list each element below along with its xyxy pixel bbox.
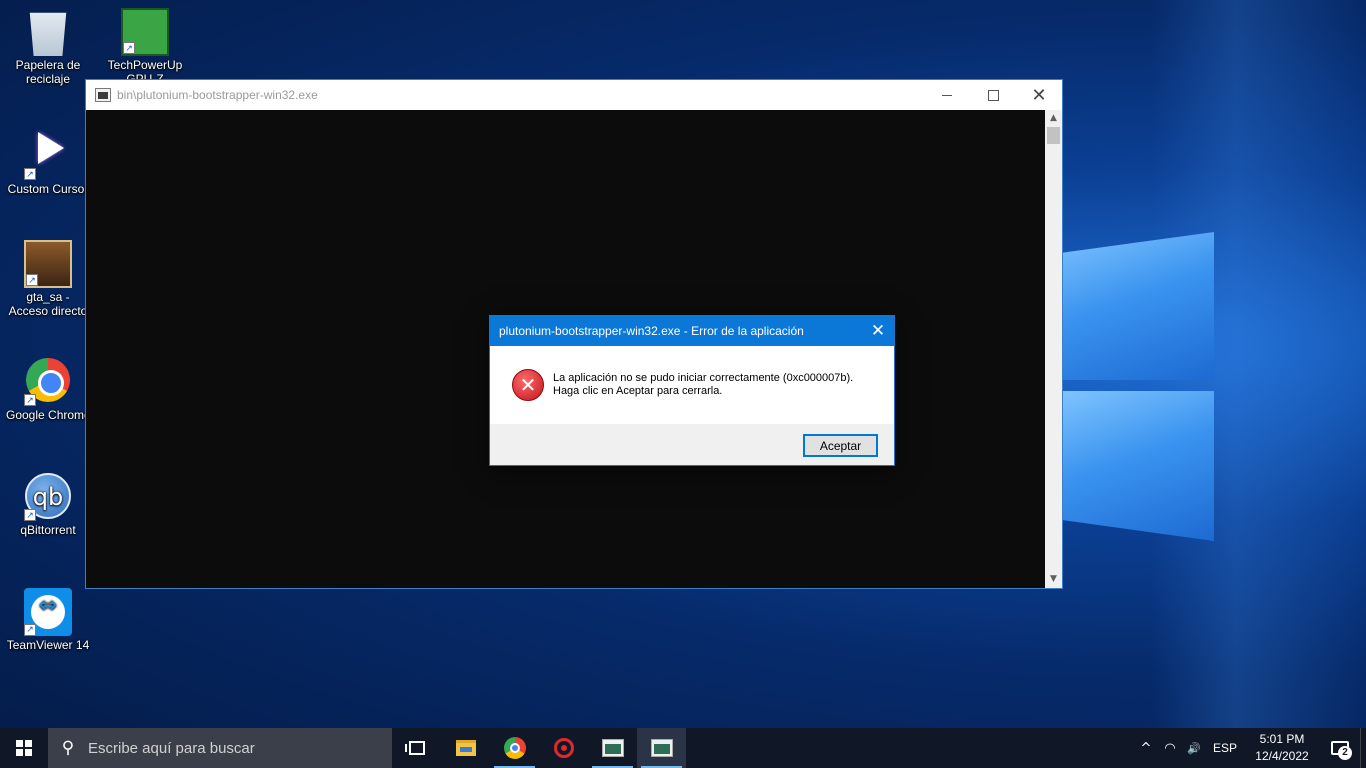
desktop-icon-label: Custom Cursor: [7, 182, 89, 196]
scroll-up-arrow-icon[interactable]: ▲: [1045, 110, 1062, 127]
action-center-button[interactable]: 2: [1320, 728, 1360, 768]
wallpaper-logo-pane-bottom: [1062, 391, 1214, 541]
desktop-icon-chrome[interactable]: ↗ Google Chrome: [6, 356, 90, 422]
folder-icon: [455, 740, 476, 756]
console-icon: [601, 739, 624, 757]
taskbar-file-explorer[interactable]: [441, 728, 490, 768]
recycle-bin-icon: [29, 12, 67, 56]
console-app-icon: [95, 88, 111, 102]
desktop-icon-label: TeamViewer 14: [6, 638, 90, 652]
qbittorrent-icon: qb ↗: [24, 473, 72, 521]
teamviewer-arrows: ⇔: [38, 593, 58, 618]
dialog-close-button[interactable]: ✕: [862, 316, 894, 346]
shortcut-arrow-icon: ↗: [123, 42, 135, 54]
desktop-icon-custom-cursor[interactable]: ↗ Custom Cursor: [6, 124, 90, 196]
network-icon[interactable]: ◠: [1158, 741, 1182, 756]
red-app-icon: [553, 738, 574, 758]
language-indicator[interactable]: ESP: [1206, 741, 1244, 755]
desktop-icon-label: qBittorrent: [20, 523, 76, 537]
error-dialog[interactable]: plutonium-bootstrapper-win32.exe - Error…: [489, 315, 895, 466]
taskbar-chrome[interactable]: [490, 728, 539, 768]
shortcut-arrow-icon: ↗: [26, 274, 38, 286]
shortcut-arrow-icon: ↗: [24, 168, 36, 180]
cursor-icon: ↗: [24, 132, 72, 180]
wallpaper-windows-logo: [1062, 190, 1222, 560]
chrome-icon: [503, 737, 526, 759]
window-controls: ✕: [924, 80, 1062, 110]
volume-icon[interactable]: 🔊: [1182, 742, 1206, 755]
desktop-icon-label: gta_sa - Acceso directo: [8, 290, 88, 318]
close-button[interactable]: ✕: [1016, 80, 1062, 110]
console-title: bin\plutonium-bootstrapper-win32.exe: [117, 88, 318, 102]
desktop-icon-qbittorrent[interactable]: qb ↗ qBittorrent: [6, 472, 90, 537]
cursor-arrow-shape: [38, 132, 64, 164]
desktop-icon-recycle-bin[interactable]: Papelera de reciclaje: [6, 8, 90, 86]
dialog-title: plutonium-bootstrapper-win32.exe - Error…: [499, 324, 804, 338]
taskbar-red-app[interactable]: [539, 728, 588, 768]
dialog-message-line2: Haga clic en Aceptar para cerrarla.: [553, 385, 723, 397]
dialog-message: La aplicación no se pudo iniciar correct…: [553, 372, 853, 398]
windows-logo-icon: [16, 740, 32, 756]
console-scrollbar[interactable]: ▲ ▼: [1045, 110, 1062, 588]
shortcut-arrow-icon: ↗: [24, 394, 36, 406]
desktop-icon-gpu-z[interactable]: ↗ TechPowerUp GPU-Z: [103, 8, 187, 84]
desktop-icon-gta-sa[interactable]: ↗ gta_sa - Acceso directo: [6, 240, 90, 318]
taskbar-search[interactable]: ⚲ Escribe aquí para buscar: [48, 728, 392, 768]
minimize-button[interactable]: [924, 80, 970, 110]
shortcut-arrow-icon: ↗: [24, 624, 36, 636]
scroll-down-arrow-icon[interactable]: ▼: [1045, 571, 1062, 588]
clock-date: 12/4/2022: [1255, 749, 1309, 763]
dialog-body: ✕ La aplicación no se pudo iniciar corre…: [490, 346, 894, 424]
search-icon: ⚲: [61, 738, 75, 758]
show-desktop-button[interactable]: [1360, 728, 1366, 768]
scroll-thumb[interactable]: [1047, 127, 1060, 144]
console-icon: [650, 739, 673, 757]
chrome-icon: ↗: [24, 358, 72, 406]
taskbar: ⚲ Escribe aquí para buscar ^ ◠ 🔊 ESP 5:0…: [0, 728, 1366, 768]
taskbar-console-2[interactable]: [637, 728, 686, 768]
desktop-icon-label: Google Chrome: [6, 408, 90, 422]
dialog-message-line1: La aplicación no se pudo iniciar correct…: [553, 372, 854, 384]
gta-sa-icon: ↗: [24, 240, 72, 288]
task-view-button[interactable]: [392, 728, 441, 768]
teamviewer-icon: ⇔ ↗: [24, 588, 72, 636]
start-button[interactable]: [0, 728, 48, 768]
shortcut-arrow-icon: ↗: [24, 509, 36, 521]
clock-time: 5:01 PM: [1259, 732, 1305, 746]
notification-count-badge: 2: [1338, 746, 1352, 760]
wallpaper-logo-pane-top: [1062, 232, 1214, 380]
taskbar-console-1[interactable]: [588, 728, 637, 768]
task-view-icon: [404, 741, 425, 755]
dialog-titlebar[interactable]: plutonium-bootstrapper-win32.exe - Error…: [490, 316, 894, 346]
gpu-z-icon: ↗: [121, 8, 169, 56]
dialog-footer: Aceptar: [490, 424, 894, 465]
accept-button[interactable]: Aceptar: [803, 434, 878, 457]
desktop-icon-teamviewer[interactable]: ⇔ ↗ TeamViewer 14: [6, 588, 90, 652]
maximize-button[interactable]: [970, 80, 1016, 110]
search-placeholder: Escribe aquí para buscar: [88, 739, 255, 757]
console-titlebar[interactable]: bin\plutonium-bootstrapper-win32.exe ✕: [86, 80, 1062, 110]
chevron-up-icon[interactable]: ^: [1134, 741, 1158, 756]
clock[interactable]: 5:01 PM 12/4/2022: [1244, 731, 1320, 765]
error-icon: ✕: [512, 369, 544, 401]
desktop-icon-label: Papelera de reciclaje: [15, 58, 81, 86]
system-tray: ^ ◠ 🔊 ESP 5:01 PM 12/4/2022 2: [1134, 728, 1366, 768]
